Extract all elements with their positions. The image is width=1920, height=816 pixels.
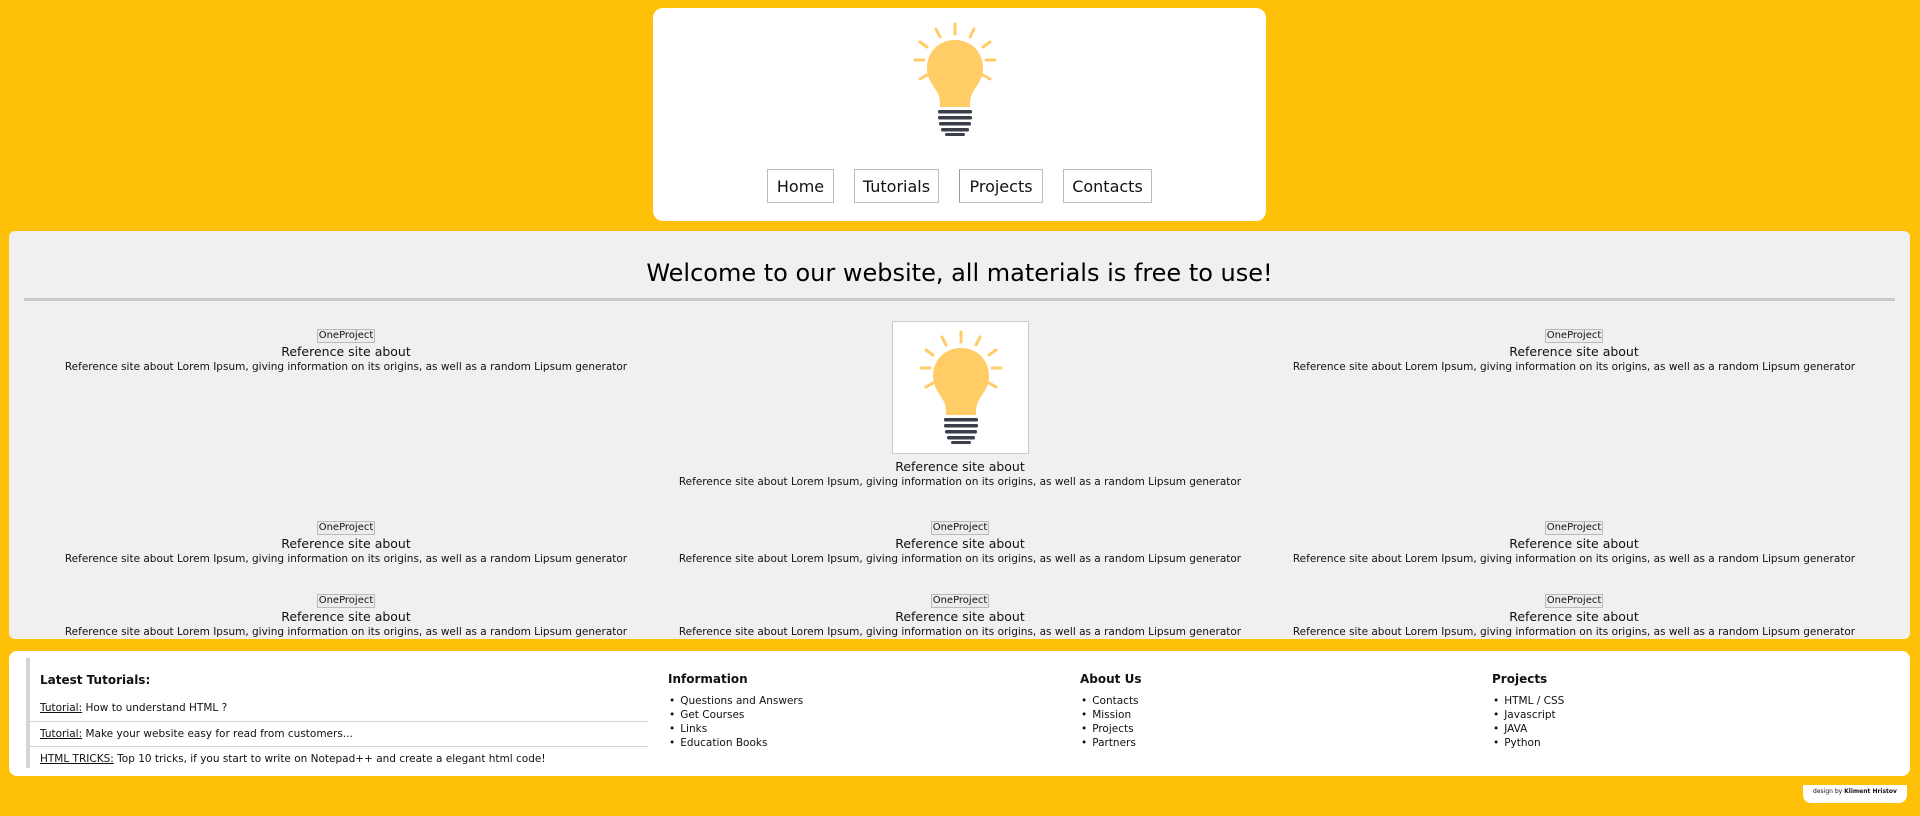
project-title: Reference site about <box>895 459 1025 474</box>
tutorial-item: Tutorial: Make your website easy for rea… <box>30 721 648 746</box>
projects-heading: Projects <box>1492 672 1548 686</box>
project-description: Reference site about Lorem Ipsum, giving… <box>678 476 1242 488</box>
lightbulb-logo-icon[interactable] <box>902 22 1008 138</box>
project-card: OneProject Reference site about Referenc… <box>653 515 1267 566</box>
lightbulb-icon <box>919 330 1002 444</box>
latest-tutorials: Latest Tutorials: Tutorial: How to under… <box>26 658 648 768</box>
footer: Latest Tutorials: Tutorial: How to under… <box>9 651 1910 776</box>
information-heading: Information <box>668 672 748 686</box>
nav-tutorials-button[interactable]: Tutorials <box>854 169 939 203</box>
tutorial-link[interactable]: Tutorial: <box>40 728 82 740</box>
information-link[interactable]: Get Courses <box>668 708 803 722</box>
project-tag[interactable]: OneProject <box>1544 329 1604 343</box>
project-tag[interactable]: OneProject <box>316 521 376 535</box>
project-description: Reference site about Lorem Ipsum, giving… <box>64 361 628 373</box>
project-card: OneProject Reference site about Referenc… <box>1267 588 1881 639</box>
project-tag[interactable]: OneProject <box>316 329 376 343</box>
tutorial-link[interactable]: Tutorial: <box>40 702 82 714</box>
content-panel: Welcome to our website, all materials is… <box>9 231 1910 639</box>
divider <box>24 298 1895 301</box>
project-title: Reference site about <box>1509 344 1639 359</box>
credit-prefix: design by <box>1813 788 1845 795</box>
nav-projects-button[interactable]: Projects <box>959 169 1043 203</box>
about-link[interactable]: Mission <box>1080 708 1141 722</box>
project-tag[interactable]: OneProject <box>930 521 990 535</box>
project-tag[interactable]: OneProject <box>316 594 376 608</box>
main-nav: Home Tutorials Projects Contacts <box>653 169 1266 203</box>
project-description: Reference site about Lorem Ipsum, giving… <box>64 553 628 565</box>
projects-link[interactable]: JAVA <box>1492 722 1564 736</box>
nav-home-button[interactable]: Home <box>767 169 834 203</box>
tutorial-text: How to understand HTML ? <box>82 702 228 714</box>
about-heading: About Us <box>1080 672 1142 686</box>
information-link[interactable]: Education Books <box>668 736 803 750</box>
project-card: OneProject Reference site about Referenc… <box>39 588 653 639</box>
nav-contacts-button[interactable]: Contacts <box>1063 169 1152 203</box>
information-link[interactable]: Questions and Answers <box>668 694 803 708</box>
design-credit: design by Kliment Hristov <box>1803 785 1907 803</box>
project-card: OneProject Reference site about Referenc… <box>39 323 653 374</box>
project-tag[interactable]: OneProject <box>1544 521 1604 535</box>
tutorial-item: HTML TRICKS: Top 10 tricks, if you start… <box>30 746 648 771</box>
project-image[interactable] <box>891 321 1029 454</box>
about-link[interactable]: Contacts <box>1080 694 1141 708</box>
project-tag[interactable]: OneProject <box>930 594 990 608</box>
project-title: Reference site about <box>281 536 411 551</box>
projects-link[interactable]: Javascript <box>1492 708 1564 722</box>
project-description: Reference site about Lorem Ipsum, giving… <box>678 626 1242 638</box>
about-link[interactable]: Partners <box>1080 736 1141 750</box>
about-link[interactable]: Projects <box>1080 722 1141 736</box>
project-tag[interactable]: OneProject <box>1544 594 1604 608</box>
tutorial-link[interactable]: HTML TRICKS: <box>40 753 114 765</box>
information-link[interactable]: Links <box>668 722 803 736</box>
project-card: OneProject Reference site about Referenc… <box>653 588 1267 639</box>
project-card: OneProject Reference site about Referenc… <box>39 515 653 566</box>
project-title: Reference site about <box>895 536 1025 551</box>
information-column: Information Questions and Answers Get Co… <box>668 672 803 750</box>
project-description: Reference site about Lorem Ipsum, giving… <box>1292 361 1856 373</box>
project-title: Reference site about <box>895 609 1025 624</box>
tutorial-text: Make your website easy for read from cus… <box>82 728 353 740</box>
project-card: OneProject Reference site about Referenc… <box>1267 515 1881 566</box>
projects-column: Projects HTML / CSS Javascript JAVA Pyth… <box>1492 672 1564 750</box>
project-description: Reference site about Lorem Ipsum, giving… <box>678 553 1242 565</box>
project-title: Reference site about <box>281 344 411 359</box>
about-column: About Us Contacts Mission Projects Partn… <box>1080 672 1141 750</box>
project-description: Reference site about Lorem Ipsum, giving… <box>1292 626 1856 638</box>
project-title: Reference site about <box>1509 536 1639 551</box>
tutorial-item: Tutorial: How to understand HTML ? <box>30 696 648 721</box>
project-title: Reference site about <box>281 609 411 624</box>
project-description: Reference site about Lorem Ipsum, giving… <box>64 626 628 638</box>
tutorial-text: Top 10 tricks, if you start to write on … <box>113 753 546 765</box>
projects-link[interactable]: Python <box>1492 736 1564 750</box>
welcome-heading: Welcome to our website, all materials is… <box>646 259 1273 287</box>
credit-author[interactable]: Kliment Hristov <box>1844 788 1897 795</box>
latest-tutorials-heading: Latest Tutorials: <box>40 673 151 687</box>
project-description: Reference site about Lorem Ipsum, giving… <box>1292 553 1856 565</box>
project-card: OneProject Reference site about Referenc… <box>1267 323 1881 374</box>
project-title: Reference site about <box>1509 609 1639 624</box>
project-card: Reference site about Reference site abou… <box>653 321 1267 489</box>
projects-link[interactable]: HTML / CSS <box>1492 694 1564 708</box>
